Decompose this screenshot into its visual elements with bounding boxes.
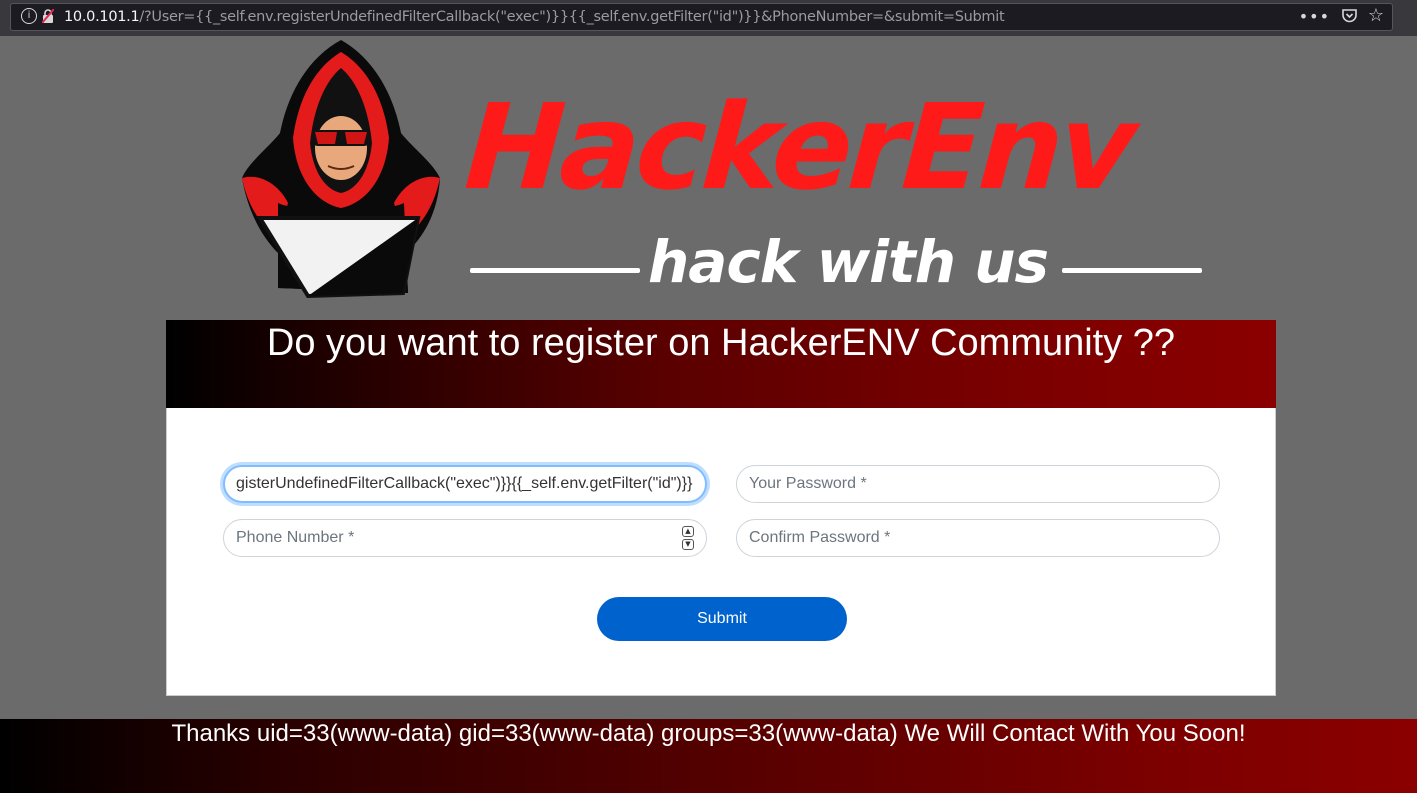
user-input[interactable]: gisterUndefinedFilterCallback("exec")}}{…	[223, 465, 707, 503]
bookmark-star-icon[interactable]: ☆	[1368, 5, 1384, 26]
tagline-line-left	[470, 268, 640, 273]
user-input-value: gisterUndefinedFilterCallback("exec")}}{…	[236, 475, 693, 492]
url-text[interactable]: 10.0.101.1/?User={{_self.env.registerUnd…	[64, 9, 1005, 25]
thanks-message: Thanks uid=33(www-data) gid=33(www-data)…	[171, 720, 1246, 747]
hacker-mascot-logo	[242, 40, 440, 298]
register-form: gisterUndefinedFilterCallback("exec")}}{…	[166, 408, 1276, 696]
tagline-line-right	[1062, 268, 1202, 273]
url-host: 10.0.101.1	[64, 9, 140, 25]
result-footer: Thanks uid=33(www-data) gid=33(www-data)…	[0, 719, 1417, 793]
brand-title: HackerEnv	[461, 78, 1138, 216]
pocket-icon[interactable]	[1342, 9, 1357, 23]
insecure-lock-icon[interactable]	[42, 9, 54, 23]
spinner-up-icon[interactable]: ▲	[682, 526, 694, 537]
browser-toolbar: i 10.0.101.1/?User={{_self.env.registerU…	[0, 0, 1417, 36]
password-placeholder: Your Password *	[749, 475, 867, 492]
confirm-password-placeholder: Confirm Password *	[749, 529, 891, 546]
register-banner: Do you want to register on HackerENV Com…	[166, 320, 1276, 408]
url-path: /?User={{_self.env.registerUndefinedFilt…	[139, 9, 1005, 25]
brand-tagline: hack with us	[470, 228, 1202, 298]
submit-button[interactable]: Submit	[597, 597, 847, 641]
number-spinner[interactable]: ▲ ▼	[682, 526, 694, 550]
password-input[interactable]: Your Password *	[736, 465, 1220, 503]
tagline-text: hack with us	[648, 228, 1049, 296]
page-actions-icon[interactable]: •••	[1299, 7, 1330, 26]
address-bar[interactable]: i 10.0.101.1/?User={{_self.env.registerU…	[10, 3, 1393, 31]
phone-placeholder: Phone Number *	[236, 529, 355, 546]
register-heading: Do you want to register on HackerENV Com…	[266, 322, 1176, 364]
confirm-password-input[interactable]: Confirm Password *	[736, 519, 1220, 557]
info-icon[interactable]: i	[21, 8, 37, 24]
spinner-down-icon[interactable]: ▼	[682, 539, 694, 550]
phone-number-input[interactable]: Phone Number * ▲ ▼	[223, 519, 707, 557]
